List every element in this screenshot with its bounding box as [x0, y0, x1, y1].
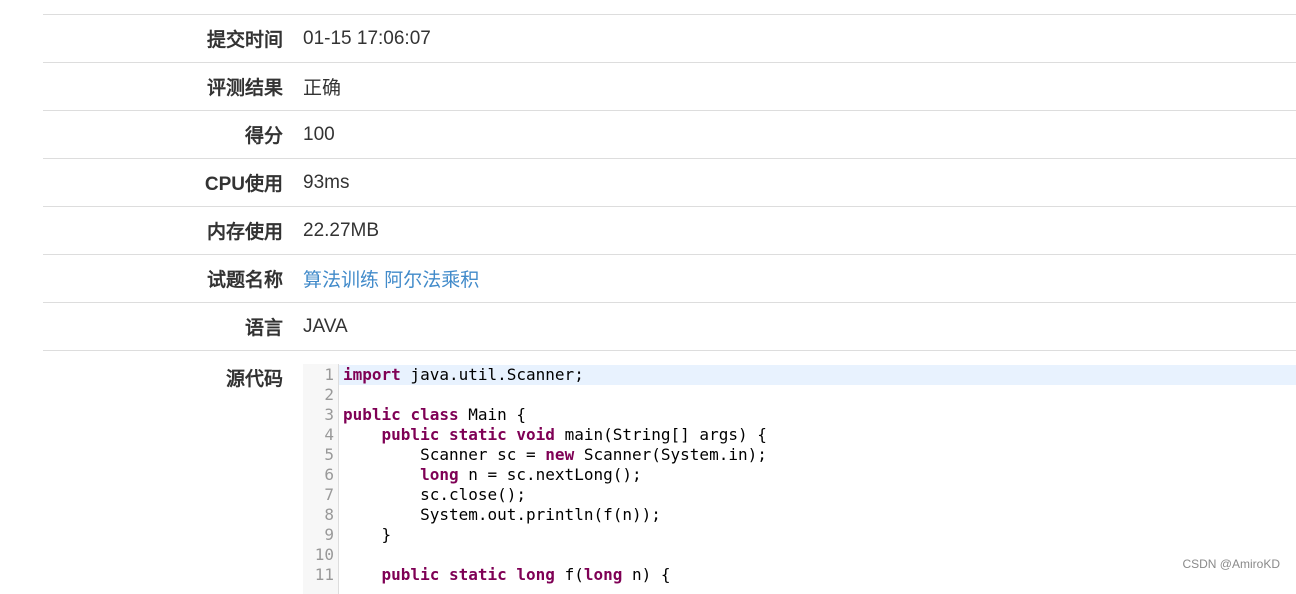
- line-number: 7: [324, 485, 334, 504]
- row-language: 语言 JAVA: [43, 302, 1296, 350]
- code-line: System.out.println(f(n));: [343, 505, 661, 524]
- code-line: long n = sc.nextLong();: [420, 465, 642, 484]
- row-submit-time: 提交时间 01-15 17:06:07: [43, 14, 1296, 62]
- line-number: 3: [324, 405, 334, 424]
- line-number: 9: [324, 525, 334, 544]
- line-number: 6: [324, 465, 334, 484]
- code-content[interactable]: import java.util.Scanner; public class Ma…: [339, 364, 1296, 594]
- code-line: import java.util.Scanner;: [339, 365, 1296, 385]
- line-number: 1: [324, 365, 334, 384]
- judge-result-label: 评测结果: [206, 78, 283, 99]
- code-line: Scanner sc = new Scanner(System.in);: [343, 445, 767, 464]
- memory-usage-value: 22.27MB: [303, 219, 380, 241]
- judge-result-value: 正确: [303, 78, 342, 99]
- line-number-gutter: 1 2 3 4 5 6 7 8 9 10 11: [303, 364, 339, 594]
- cpu-usage-label: CPU使用: [204, 174, 283, 195]
- language-label: 语言: [244, 318, 283, 339]
- submission-detail-table: 提交时间 01-15 17:06:07 评测结果 正确 得分 100 CPU使用…: [43, 14, 1296, 594]
- cpu-usage-value: 93ms: [303, 171, 350, 193]
- submit-time-value: 01-15 17:06:07: [303, 27, 431, 49]
- code-line: public static void main(String[] args) {: [381, 425, 767, 444]
- line-number: 2: [324, 385, 334, 404]
- row-cpu-usage: CPU使用 93ms: [43, 158, 1296, 206]
- line-number: 8: [324, 505, 334, 524]
- score-value: 100: [303, 123, 335, 145]
- problem-name-link[interactable]: 算法训练 阿尔法乘积: [303, 265, 479, 292]
- code-editor[interactable]: 1 2 3 4 5 6 7 8 9 10 11 import java.util.Scanner; p…: [303, 364, 1296, 594]
- source-code-label: 源代码: [225, 369, 283, 390]
- line-number: 5: [324, 445, 334, 464]
- line-number: 11: [314, 565, 334, 584]
- code-line: public class Main {: [343, 405, 527, 424]
- row-memory-usage: 内存使用 22.27MB: [43, 206, 1296, 254]
- row-problem-name: 试题名称 算法训练 阿尔法乘积: [43, 254, 1296, 302]
- line-number: 10: [314, 545, 334, 564]
- watermark: CSDN @AmiroKD: [1182, 557, 1280, 571]
- score-label: 得分: [244, 126, 283, 147]
- memory-usage-label: 内存使用: [206, 222, 283, 243]
- code-line: }: [343, 525, 392, 544]
- row-judge-result: 评测结果 正确: [43, 62, 1296, 110]
- language-value: JAVA: [303, 315, 348, 337]
- submit-time-label: 提交时间: [206, 30, 283, 51]
- code-line: sc.close();: [343, 485, 527, 504]
- row-score: 得分 100: [43, 110, 1296, 158]
- code-line: public static long f(long n) {: [381, 565, 671, 584]
- line-number: 4: [324, 425, 334, 444]
- row-source-code: 源代码 1 2 3 4 5 6 7 8 9 10 11 import java.util.Scann…: [43, 350, 1296, 594]
- problem-name-label: 试题名称: [206, 270, 283, 291]
